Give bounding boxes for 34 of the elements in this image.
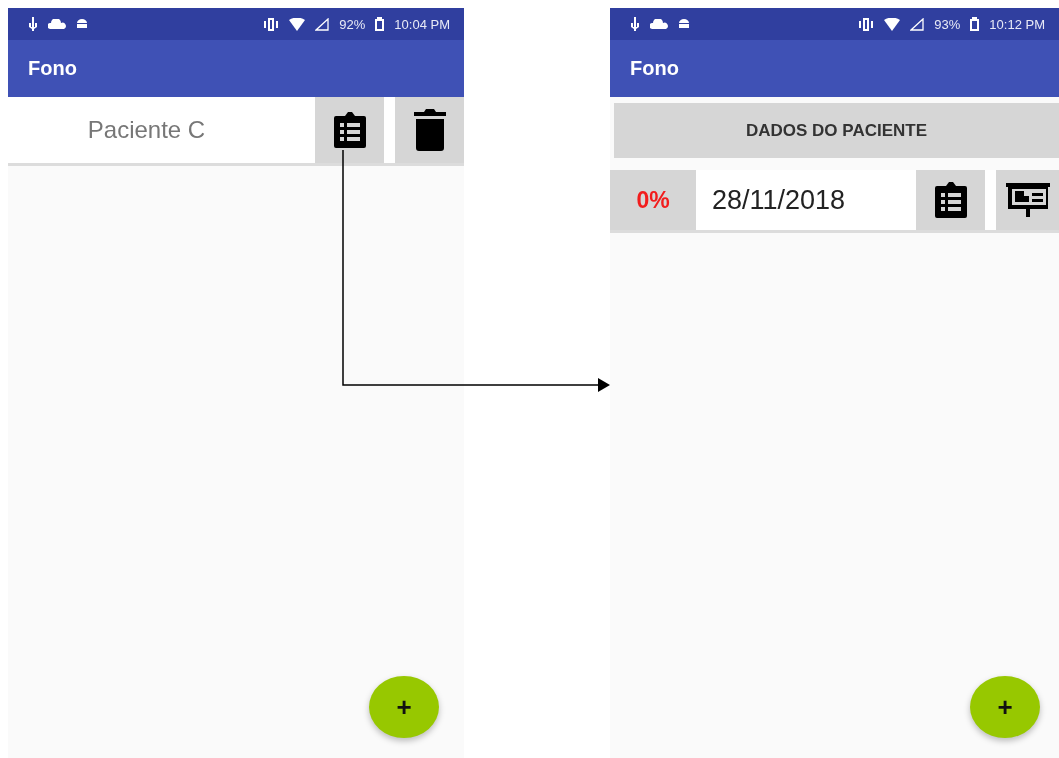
details-button[interactable] [315, 97, 384, 163]
clipboard-list-icon [932, 180, 969, 220]
wifi-icon [289, 17, 306, 31]
vibrate-icon [263, 17, 280, 31]
presentation-button[interactable] [996, 170, 1059, 230]
signal-icon [315, 17, 330, 31]
battery-icon [375, 17, 385, 31]
signal-icon [910, 17, 925, 31]
app-title: Fono [28, 57, 77, 80]
presentation-chart-icon [1005, 181, 1050, 219]
patient-row[interactable]: Paciente C [8, 97, 464, 166]
wifi-icon [884, 17, 901, 31]
delete-button[interactable] [395, 97, 464, 163]
cloud-icon [650, 19, 668, 29]
vibrate-icon [858, 17, 875, 31]
cloud-icon [48, 19, 66, 29]
battery-icon [970, 17, 980, 31]
clipboard-list-icon [331, 110, 368, 150]
add-button[interactable]: + [970, 676, 1040, 738]
patient-name: Paciente C [86, 115, 207, 145]
usb-icon [630, 17, 640, 31]
trash-icon [411, 108, 448, 152]
battery-percent: 92% [339, 16, 366, 32]
clock-time: 10:04 PM [394, 16, 450, 32]
score-label: 0% [610, 170, 696, 230]
patient-data-button[interactable]: DADOS DO PACIENTE [614, 103, 1059, 158]
details-button[interactable] [916, 170, 985, 230]
clock-time: 10:12 PM [989, 16, 1045, 32]
app-title: Fono [630, 57, 679, 80]
usb-icon [28, 17, 38, 31]
battery-percent: 93% [934, 16, 961, 32]
session-date: 28/11/2018 [711, 183, 847, 217]
add-button[interactable]: + [369, 676, 439, 738]
session-row[interactable]: 0% 28/11/2018 [610, 170, 1059, 233]
